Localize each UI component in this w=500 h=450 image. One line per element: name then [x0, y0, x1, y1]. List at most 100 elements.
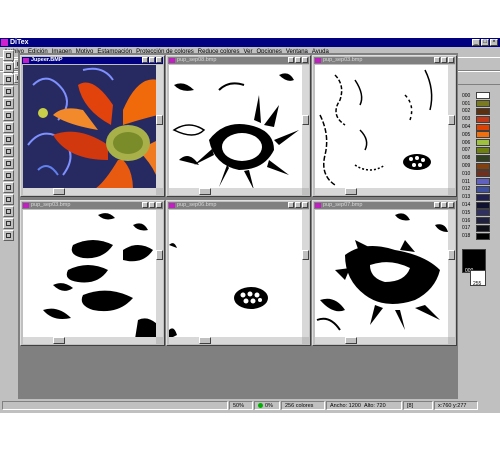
minimize-button[interactable]: [288, 202, 294, 208]
image-window-jupeer[interactable]: Jupeer.BMP: [20, 55, 165, 197]
maximize-button[interactable]: [295, 202, 301, 208]
window-title-bar[interactable]: pup_sep08.bmp: [168, 57, 309, 64]
palette-entry[interactable]: 011: [462, 178, 498, 186]
maximize-button[interactable]: [149, 57, 155, 63]
maximize-button[interactable]: [295, 57, 301, 63]
crop-icon[interactable]: [3, 110, 14, 121]
palette-swatch[interactable]: [476, 217, 490, 225]
palette-entry[interactable]: 008: [462, 154, 498, 162]
texture-icon[interactable]: [3, 218, 14, 229]
scroll-thumb[interactable]: [448, 250, 455, 260]
palette-entry[interactable]: 005: [462, 131, 498, 139]
window-title-bar[interactable]: Jupeer.BMP: [22, 57, 163, 64]
palette-entry[interactable]: 010: [462, 170, 498, 178]
close-button[interactable]: [302, 57, 308, 63]
close-button[interactable]: [156, 57, 162, 63]
vertical-scrollbar[interactable]: [156, 210, 163, 337]
palette-swatch[interactable]: [476, 185, 490, 193]
horizontal-scrollbar[interactable]: [23, 188, 156, 195]
image-window-sep03a[interactable]: pup_sep03.bmp: [312, 55, 457, 197]
close-button[interactable]: [448, 202, 454, 208]
wand-icon[interactable]: [3, 170, 14, 181]
horizontal-scrollbar[interactable]: [315, 188, 448, 195]
palette-swatch[interactable]: [476, 92, 490, 100]
magnifier-icon[interactable]: [3, 50, 14, 61]
scroll-thumb[interactable]: [156, 250, 163, 260]
image-window-sep07[interactable]: pup_sep07.bmp: [312, 200, 457, 346]
maximize-button[interactable]: □: [481, 39, 489, 46]
minimize-button[interactable]: [142, 57, 148, 63]
palette-entry[interactable]: 018: [462, 232, 498, 240]
palette-entry[interactable]: 017: [462, 224, 498, 233]
scroll-thumb[interactable]: [53, 337, 65, 344]
close-button[interactable]: [448, 57, 454, 63]
window-title-bar[interactable]: pup_sep03.bmp: [314, 57, 455, 64]
minimize-button[interactable]: [142, 202, 148, 208]
horizontal-scrollbar[interactable]: [23, 337, 156, 344]
minimize-button[interactable]: [434, 57, 440, 63]
image-window-sep06[interactable]: pup_sep06.bmp: [166, 200, 311, 346]
eyedropper-icon[interactable]: [3, 86, 14, 97]
pattern-fill-icon[interactable]: [3, 206, 14, 217]
minimize-button[interactable]: [288, 57, 294, 63]
palette-swatch[interactable]: [476, 107, 490, 115]
close-button[interactable]: [156, 202, 162, 208]
palette-entry[interactable]: 012: [462, 185, 498, 194]
palette-entry[interactable]: 002: [462, 107, 498, 116]
image-window-sep08[interactable]: pup_sep08.bmp: [166, 55, 311, 197]
vertical-scrollbar[interactable]: [448, 65, 455, 188]
scroll-thumb[interactable]: [345, 337, 357, 344]
scroll-thumb[interactable]: [199, 188, 211, 195]
horizontal-scrollbar[interactable]: [169, 337, 302, 344]
scroll-thumb[interactable]: [302, 115, 309, 125]
palette-entry[interactable]: 001: [462, 100, 498, 108]
lasso-icon[interactable]: [3, 182, 14, 193]
scroll-thumb[interactable]: [156, 115, 163, 125]
palette-entry[interactable]: 006: [462, 139, 498, 147]
background-color-swatch[interactable]: 255: [470, 270, 486, 287]
palette-swatch[interactable]: [476, 193, 490, 201]
palette-entry[interactable]: 003: [462, 115, 498, 123]
palette-entry[interactable]: 007: [462, 146, 498, 155]
maximize-button[interactable]: [149, 202, 155, 208]
scroll-thumb[interactable]: [448, 115, 455, 125]
minimize-button[interactable]: [434, 202, 440, 208]
palette-swatch[interactable]: [476, 131, 490, 139]
palette-swatch[interactable]: [476, 123, 490, 131]
palette-entry[interactable]: 016: [462, 217, 498, 225]
palette-entry[interactable]: 013: [462, 193, 498, 201]
palette-entry[interactable]: 004: [462, 123, 498, 131]
vertical-scrollbar[interactable]: [302, 65, 309, 188]
palette-swatch[interactable]: [476, 232, 490, 240]
vertical-scrollbar[interactable]: [302, 210, 309, 337]
image-canvas[interactable]: [315, 65, 448, 188]
select-free-icon[interactable]: [3, 98, 14, 109]
palette-entry[interactable]: 009: [462, 162, 498, 170]
window-title-bar[interactable]: pup_sep06.bmp: [168, 202, 309, 209]
palette-swatch[interactable]: [476, 100, 490, 108]
image-canvas[interactable]: [169, 65, 302, 188]
palette-entry[interactable]: 000: [462, 92, 498, 100]
close-button[interactable]: ×: [490, 39, 498, 46]
clone-icon[interactable]: [3, 194, 14, 205]
palette-swatch[interactable]: [476, 115, 490, 123]
maximize-button[interactable]: [441, 57, 447, 63]
image-canvas[interactable]: [169, 210, 302, 337]
palette-swatch[interactable]: [476, 201, 490, 209]
grid-select-icon[interactable]: [3, 230, 14, 241]
palette-swatch[interactable]: [476, 154, 490, 162]
image-canvas[interactable]: [23, 65, 156, 188]
horizontal-scrollbar[interactable]: [169, 188, 302, 195]
palette-entry[interactable]: 014: [462, 201, 498, 209]
vertical-scrollbar[interactable]: [448, 210, 455, 337]
palette-swatch[interactable]: [476, 139, 490, 147]
window-title-bar[interactable]: pup_sep07.bmp: [314, 202, 455, 209]
image-canvas[interactable]: [23, 210, 156, 337]
vertical-scrollbar[interactable]: [156, 65, 163, 188]
image-window-sep03b[interactable]: pup_sep03.bmp: [20, 200, 165, 346]
horizontal-scrollbar[interactable]: [315, 337, 448, 344]
palette-swatch[interactable]: [476, 146, 490, 154]
close-button[interactable]: [302, 202, 308, 208]
maximize-button[interactable]: [441, 202, 447, 208]
rotate-icon[interactable]: [3, 134, 14, 145]
